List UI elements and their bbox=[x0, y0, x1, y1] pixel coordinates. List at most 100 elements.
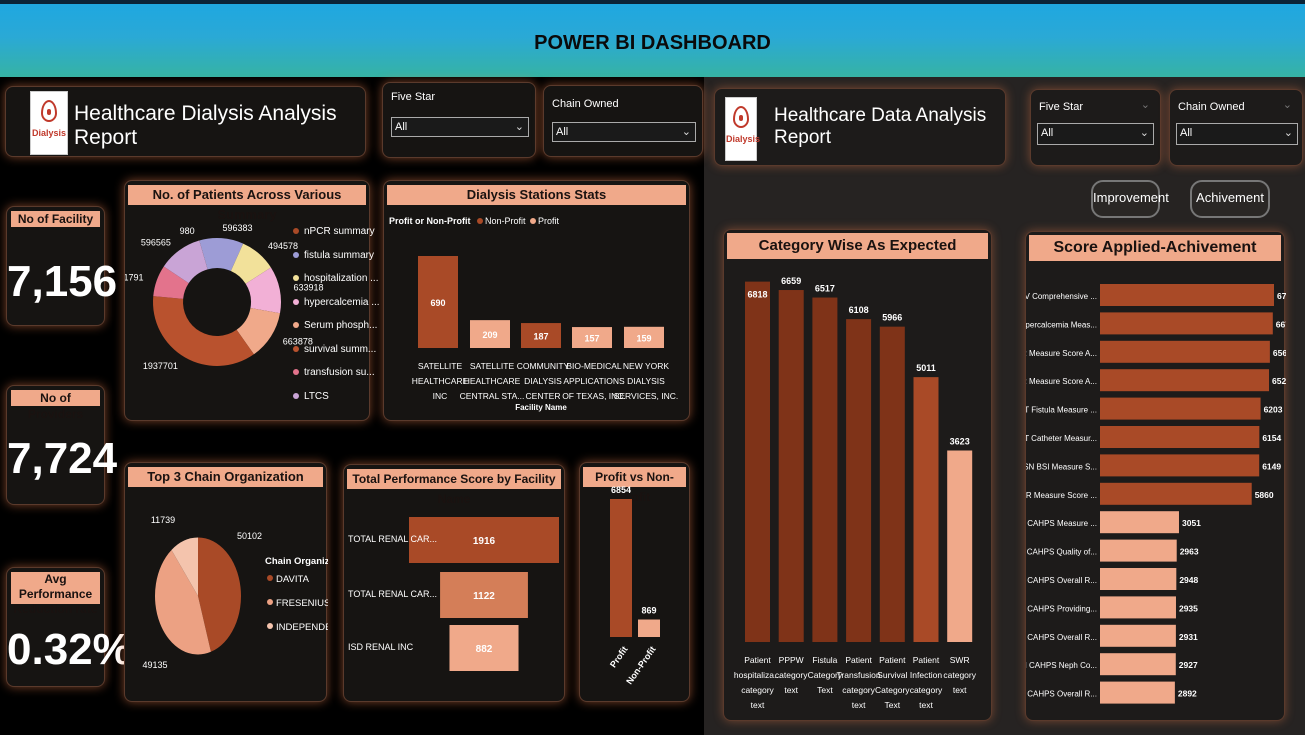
funnel-category-label: TOTAL RENAL CAR... bbox=[348, 589, 437, 599]
score-bar bbox=[1100, 539, 1177, 562]
category-value-label: 6659 bbox=[781, 276, 801, 286]
legend-dot bbox=[267, 575, 273, 581]
donut-data-label: 633918 bbox=[294, 283, 324, 293]
category-bar bbox=[778, 290, 804, 642]
logo-text: Dialysis bbox=[31, 128, 67, 138]
category-bar bbox=[812, 297, 838, 642]
chevron-down-icon: ⌄ bbox=[1139, 127, 1149, 139]
chevron-down-icon: ⌄ bbox=[1283, 127, 1293, 139]
score-bar bbox=[1100, 482, 1252, 505]
station-category-label: SATELLITE bbox=[470, 361, 515, 371]
five-star-dropdown[interactable]: All ⌄ bbox=[1037, 123, 1154, 145]
station-category-label: CENTER bbox=[526, 391, 561, 401]
legend-label: DAVITA bbox=[276, 574, 310, 585]
score-bar bbox=[1100, 340, 1270, 363]
right-report-title: Healthcare Data Analysis Report bbox=[774, 105, 987, 148]
legend-item: transfusion su... bbox=[293, 367, 375, 378]
achievement-button[interactable]: Achivement bbox=[1190, 180, 1270, 218]
category-axis-label: Fistula bbox=[812, 655, 837, 665]
score-value-label: 6562 bbox=[1273, 348, 1286, 358]
score-achievement-card: Score Applied-Achivement 6721Kt/V Compre… bbox=[1025, 231, 1286, 721]
legend-dot bbox=[293, 298, 299, 305]
legend-item: Serum phosph... bbox=[293, 320, 377, 331]
five-star-slicer: Five Star All ⌄ bbox=[382, 82, 536, 158]
right-report-header: Dialysis Healthcare Data Analysis Report bbox=[714, 88, 1006, 166]
five-star-dropdown[interactable]: All ⌄ bbox=[391, 117, 529, 137]
score-bar bbox=[1100, 624, 1176, 647]
legend-label: FRESENIUS ... bbox=[276, 598, 328, 609]
pvn-value-label: 6854 bbox=[611, 485, 631, 495]
score-bar bbox=[1100, 454, 1260, 477]
stations-bar-chart: 690SATELLITEHEALTHCAREINC209SATELLITEHEA… bbox=[412, 256, 679, 412]
slicer-label: Chain Owned bbox=[1178, 101, 1245, 113]
station-category-label: SATELLITE bbox=[418, 361, 463, 371]
chain-owned-dropdown[interactable]: All ⌄ bbox=[1176, 123, 1298, 145]
category-axis-label: Text bbox=[885, 700, 901, 710]
legend-dot bbox=[267, 623, 273, 629]
score-category-label: ICH CAHPS Measure ... bbox=[1026, 519, 1097, 528]
score-category-label: ICH CAHPS Overall R... bbox=[1026, 690, 1097, 699]
donut-data-label: 596383 bbox=[222, 223, 252, 233]
dropdown-value: All bbox=[395, 121, 408, 133]
station-category-label: HEALTHCARE bbox=[464, 376, 521, 386]
legend-dot bbox=[293, 369, 299, 376]
category-value-label: 5011 bbox=[916, 363, 936, 373]
legend-dot bbox=[293, 228, 299, 235]
donut-data-label: 596565 bbox=[141, 237, 171, 247]
dialysis-logo: Dialysis bbox=[725, 97, 761, 161]
improvement-button[interactable]: Improvement bbox=[1091, 180, 1169, 218]
category-axis-label: category bbox=[910, 685, 943, 695]
category-axis-label: text bbox=[751, 700, 765, 710]
score-category-label: SRR Measure Score A... bbox=[1026, 349, 1097, 358]
station-value-label: 159 bbox=[636, 333, 651, 343]
station-value-label: 157 bbox=[584, 334, 599, 344]
category-bar bbox=[913, 377, 939, 642]
score-category-label: Kt/V Comprehensive ... bbox=[1026, 292, 1097, 301]
station-category-label: INC bbox=[433, 391, 448, 401]
top3-chain-card: Top 3 Chain Organization 50102 49135 11739… bbox=[124, 462, 328, 702]
pvn-value-label: 869 bbox=[641, 606, 656, 616]
left-report-title: Healthcare Dialysis Analysis Report bbox=[74, 102, 337, 149]
station-value-label: 690 bbox=[430, 298, 445, 308]
chain-owned-dropdown[interactable]: All ⌄ bbox=[552, 122, 696, 142]
category-axis-label: Patient bbox=[913, 655, 940, 665]
category-bar bbox=[947, 450, 973, 642]
chain-owned-slicer: Chain Owned All ⌄ bbox=[543, 85, 703, 157]
station-category-label: DIALYSIS bbox=[524, 376, 562, 386]
category-value-label: 6818 bbox=[747, 290, 767, 300]
category-axis-label: Category bbox=[875, 685, 910, 695]
chevron-down-icon: ⌄ bbox=[1140, 99, 1150, 111]
category-axis-label: Survival bbox=[877, 670, 907, 680]
score-bar bbox=[1100, 312, 1273, 335]
kpi-reduction-card: Avg Performance Reduction rate 0.32% bbox=[6, 567, 132, 687]
score-bar bbox=[1100, 369, 1270, 392]
score-value-label: 2892 bbox=[1178, 689, 1197, 699]
logo-text: Dialysis bbox=[726, 134, 761, 144]
score-bar bbox=[1100, 284, 1274, 306]
kpi-label: No of Providers bbox=[11, 390, 100, 421]
performance-funnel-chart: 1916 TOTAL RENAL CAR... 1122 TOTAL RENAL CA… bbox=[348, 517, 559, 671]
category-bar bbox=[879, 326, 905, 642]
chevron-down-icon: ⌄ bbox=[681, 126, 691, 138]
profit-vs-nonprofit-card: Profit vs Non-Profit 6854 Profit 869 Non-Pr… bbox=[579, 462, 690, 702]
category-value-label: 3623 bbox=[950, 436, 970, 446]
category-axis-label: category bbox=[741, 685, 774, 695]
pvn-category-label: Profit bbox=[608, 644, 630, 669]
category-value-label: 5966 bbox=[882, 313, 902, 323]
funnel-category-label: ISD RENAL INC bbox=[348, 642, 414, 652]
score-value-label: 5860 bbox=[1255, 490, 1274, 500]
kpi-label: No of Facility bbox=[11, 211, 100, 227]
dialysis-logo: Dialysis bbox=[30, 91, 68, 155]
five-star-slicer-right: Five Star ⌄ All ⌄ bbox=[1030, 89, 1161, 166]
blood-drop-icon bbox=[733, 106, 749, 128]
station-category-label: CENTRAL STA... bbox=[460, 391, 525, 401]
chain-owned-slicer-right: Chain Owned ⌄ All ⌄ bbox=[1169, 89, 1303, 166]
station-category-label: APPLICATIONS bbox=[563, 376, 625, 386]
score-value-label: 2963 bbox=[1180, 547, 1199, 557]
station-category-label: DIALYSIS bbox=[627, 376, 665, 386]
performance-score-card: Total Performance Score by Facility Name… bbox=[343, 464, 565, 702]
score-category-label: Hypercalcemia Meas... bbox=[1026, 320, 1097, 329]
pvn-bar bbox=[610, 499, 632, 637]
station-category-label: SERVICES, INC. bbox=[614, 391, 679, 401]
dialysis-stations-card: Dialysis Stations Stats Profit or Non-Pr… bbox=[383, 180, 690, 421]
